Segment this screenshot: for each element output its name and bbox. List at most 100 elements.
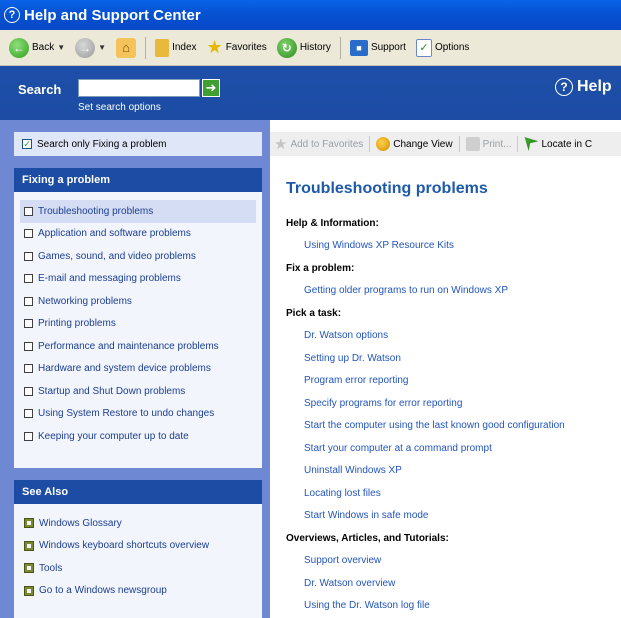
panel-link-label: Application and software problems <box>38 228 191 240</box>
bullet-box-icon <box>24 431 33 441</box>
article-link[interactable]: Getting older programs to run on Windows… <box>286 280 616 303</box>
home-icon: ⌂ <box>116 37 137 58</box>
panel-link[interactable]: Printing problems <box>20 313 256 336</box>
toolbar-separator <box>517 136 519 152</box>
panel-link[interactable]: Startup and Shut Down problems <box>20 380 256 403</box>
bullet-box-icon <box>24 251 33 261</box>
forward-button[interactable]: → ▼ <box>72 36 109 60</box>
content-pane: ★ Add to Favorites Change View Print... … <box>270 120 621 618</box>
panel-link-label: E-mail and messaging problems <box>38 273 181 285</box>
article-link[interactable]: Using the Dr. Watson log file <box>286 595 616 618</box>
history-label: History <box>299 42 331 53</box>
article-link[interactable]: Dr. Watson options <box>286 325 616 348</box>
section-heading: Help & Information: <box>286 217 379 229</box>
book-bullet-icon <box>24 563 34 574</box>
book-icon <box>155 38 170 57</box>
article-link[interactable]: Uninstall Windows XP <box>286 460 616 483</box>
print-button[interactable]: Print... <box>465 137 512 151</box>
article-link[interactable]: Start the computer using the last known … <box>286 415 616 438</box>
support-label: Support <box>370 42 406 53</box>
search-band: Search ➜ Set search options ? Help <box>0 66 621 120</box>
search-options-link[interactable]: Set search options <box>78 102 161 113</box>
panel-link-label: Networking problems <box>38 295 132 307</box>
bullet-box-icon <box>24 296 33 306</box>
article-link[interactable]: Start Windows in safe mode <box>286 505 616 528</box>
options-button[interactable]: ✓ Options <box>413 37 472 59</box>
article-link[interactable]: Support overview <box>286 550 616 573</box>
panel-link-label: Games, sound, and video problems <box>38 250 196 262</box>
panel-link[interactable]: Performance and maintenance problems <box>20 335 256 358</box>
article-link[interactable]: Start your computer at a command prompt <box>286 437 616 460</box>
favorites-button[interactable]: ★ Favorites <box>204 36 270 60</box>
fixing-problem-panel: Fixing a problem Troubleshooting problem… <box>14 168 262 468</box>
forward-arrow-icon: → <box>75 37 96 58</box>
checkbox-checked-icon[interactable]: ✓ <box>22 139 32 149</box>
article-link[interactable]: Locating lost files <box>286 482 616 505</box>
panel-link-label: Performance and maintenance problems <box>38 340 219 352</box>
article-link[interactable]: Setting up Dr. Watson <box>286 347 616 370</box>
support-button[interactable]: ■ Support <box>347 38 409 58</box>
panel-link[interactable]: Windows keyboard shortcuts overview <box>20 535 256 558</box>
main-toolbar: ← Back ▼ → ▼ ⌂ Index ★ Favorites ↻ Histo… <box>0 30 621 66</box>
panel-title: Fixing a problem <box>14 168 262 192</box>
search-label: Search <box>18 82 62 97</box>
panel-title: See Also <box>14 480 262 504</box>
article-link[interactable]: Specify programs for error reporting <box>286 392 616 415</box>
book-bullet-icon <box>24 518 34 529</box>
article-link[interactable]: Dr. Watson overview <box>286 572 616 595</box>
section-heading: Fix a problem: <box>286 262 355 274</box>
favorites-label: Favorites <box>225 42 267 53</box>
content-toolbar: ★ Add to Favorites Change View Print... … <box>270 132 621 156</box>
locate-button[interactable]: Locate in C <box>524 137 592 151</box>
help-brand: ? Help <box>555 78 612 96</box>
help-brand-text: Help <box>577 78 612 95</box>
back-dropdown-icon[interactable]: ▼ <box>57 43 65 52</box>
panel-link-label: Startup and Shut Down problems <box>38 385 186 397</box>
panel-link[interactable]: Hardware and system device problems <box>20 358 256 381</box>
index-label: Index <box>172 42 197 53</box>
overview-links: Support overview Dr. Watson overview Using… <box>286 550 616 618</box>
panel-link[interactable]: Games, sound, and video problems <box>20 245 256 268</box>
article-link[interactable]: Program error reporting <box>286 370 616 393</box>
panel-link[interactable]: Application and software problems <box>20 223 256 246</box>
panel-link[interactable]: Tools <box>20 557 256 580</box>
printer-icon <box>465 137 480 151</box>
panel-link-label: Printing problems <box>38 318 116 330</box>
search-go-button[interactable]: ➜ <box>202 79 220 97</box>
search-filter[interactable]: ✓ Search only Fixing a problem <box>14 132 262 156</box>
see-also-panel: See Also Windows Glossary Windows keyboar… <box>14 480 262 618</box>
forward-dropdown-icon[interactable]: ▼ <box>98 43 106 52</box>
back-label: Back <box>32 42 55 53</box>
panel-link[interactable]: Using System Restore to undo changes <box>20 403 256 426</box>
article-link[interactable]: Using Windows XP Resource Kits <box>286 235 616 258</box>
panel-link-label: Using System Restore to undo changes <box>38 408 215 420</box>
index-button[interactable]: Index <box>152 37 199 59</box>
change-view-icon <box>376 137 391 151</box>
panel-link[interactable]: E-mail and messaging problems <box>20 268 256 291</box>
page-title: Troubleshooting problems <box>286 180 488 197</box>
toolbar-separator <box>458 136 460 152</box>
search-input[interactable] <box>78 79 200 97</box>
change-view-button[interactable]: Change View <box>376 137 453 151</box>
panel-link[interactable]: Windows Glossary <box>20 512 256 535</box>
panel-link-label: Tools <box>39 562 63 574</box>
panel-link-label: Windows Glossary <box>39 517 122 529</box>
panel-link-label: Troubleshooting problems <box>38 205 154 217</box>
back-button[interactable]: ← Back ▼ <box>6 36 68 60</box>
panel-link[interactable]: Go to a Windows newsgroup <box>20 580 256 603</box>
add-to-favorites-button[interactable]: ★ Add to Favorites <box>274 135 363 153</box>
bullet-box-icon <box>24 206 33 216</box>
help-info-links: Using Windows XP Resource Kits <box>286 235 616 258</box>
star-icon: ★ <box>206 37 223 57</box>
bullet-box-icon <box>24 341 33 351</box>
print-label: Print... <box>482 138 512 150</box>
locate-label: Locate in C <box>541 138 593 150</box>
home-button[interactable]: ⌂ <box>113 36 139 60</box>
options-label: Options <box>434 42 470 53</box>
panel-link[interactable]: Networking problems <box>20 290 256 313</box>
panel-link[interactable]: Troubleshooting problems <box>20 200 256 223</box>
panel-link[interactable]: Keeping your computer up to date <box>20 425 256 448</box>
toolbar-separator <box>339 36 341 59</box>
history-button[interactable]: ↻ History <box>274 36 334 60</box>
checklist-icon: ✓ <box>415 38 432 57</box>
